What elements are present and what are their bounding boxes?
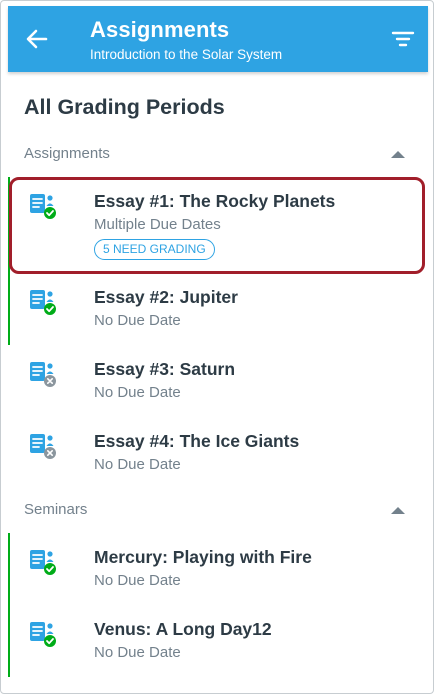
assignment-row[interactable]: Venus: A Long Day12 No Due Date <box>8 605 428 677</box>
collapse-caret-icon[interactable] <box>391 151 405 158</box>
assignment-row[interactable]: Essay #1: The Rocky Planets Multiple Due … <box>8 177 428 273</box>
grading-period-title[interactable]: All Grading Periods <box>24 95 225 120</box>
due-date: No Due Date <box>94 572 181 589</box>
assignment-title: Essay #2: Jupiter <box>94 287 238 307</box>
assignment-published-icon <box>28 619 58 649</box>
published-indicator <box>8 177 10 273</box>
back-button[interactable] <box>22 24 52 54</box>
assignment-title: Essay #1: The Rocky Planets <box>94 191 336 211</box>
assignment-title: Essay #4: The Ice Giants <box>94 431 300 451</box>
due-date: Multiple Due Dates <box>94 216 221 233</box>
filter-icon <box>391 31 415 47</box>
due-date: No Due Date <box>94 312 181 329</box>
assignment-row[interactable]: Essay #3: Saturn No Due Date <box>8 345 428 417</box>
collapse-caret-icon[interactable] <box>391 507 405 514</box>
published-indicator <box>8 533 10 605</box>
assignment-published-icon <box>28 547 58 577</box>
due-date: No Due Date <box>94 384 181 401</box>
assignment-row[interactable]: Mercury: Playing with Fire No Due Date <box>8 533 428 605</box>
arrow-back-icon <box>26 29 48 49</box>
assignment-unpublished-icon <box>28 431 58 461</box>
section-label: Seminars <box>24 501 88 518</box>
need-grading-badge: 5 NEED GRADING <box>94 239 215 260</box>
assignment-title: Essay #3: Saturn <box>94 359 236 379</box>
assignment-row[interactable]: Essay #4: The Ice Giants No Due Date <box>8 417 428 489</box>
app-bar: Assignments Introduction to the Solar Sy… <box>8 6 428 72</box>
section-label: Assignments <box>24 145 110 162</box>
published-indicator <box>8 273 10 345</box>
assignment-title: Mercury: Playing with Fire <box>94 547 312 567</box>
course-name: Introduction to the Solar System <box>90 47 283 62</box>
section-header-seminars[interactable]: Seminars <box>1 495 433 525</box>
app-frame: Assignments Introduction to the Solar Sy… <box>0 0 434 694</box>
assignment-title: Venus: A Long Day12 <box>94 619 272 639</box>
assignment-published-icon <box>28 287 58 317</box>
assignment-unpublished-icon <box>28 359 58 389</box>
filter-button[interactable] <box>390 26 416 52</box>
published-indicator <box>8 605 10 677</box>
due-date: No Due Date <box>94 644 181 661</box>
page-title: Assignments <box>90 17 230 42</box>
assignment-published-icon <box>28 191 58 221</box>
assignment-row[interactable]: Essay #2: Jupiter No Due Date <box>8 273 428 345</box>
due-date: No Due Date <box>94 456 181 473</box>
section-header-assignments[interactable]: Assignments <box>1 139 433 169</box>
